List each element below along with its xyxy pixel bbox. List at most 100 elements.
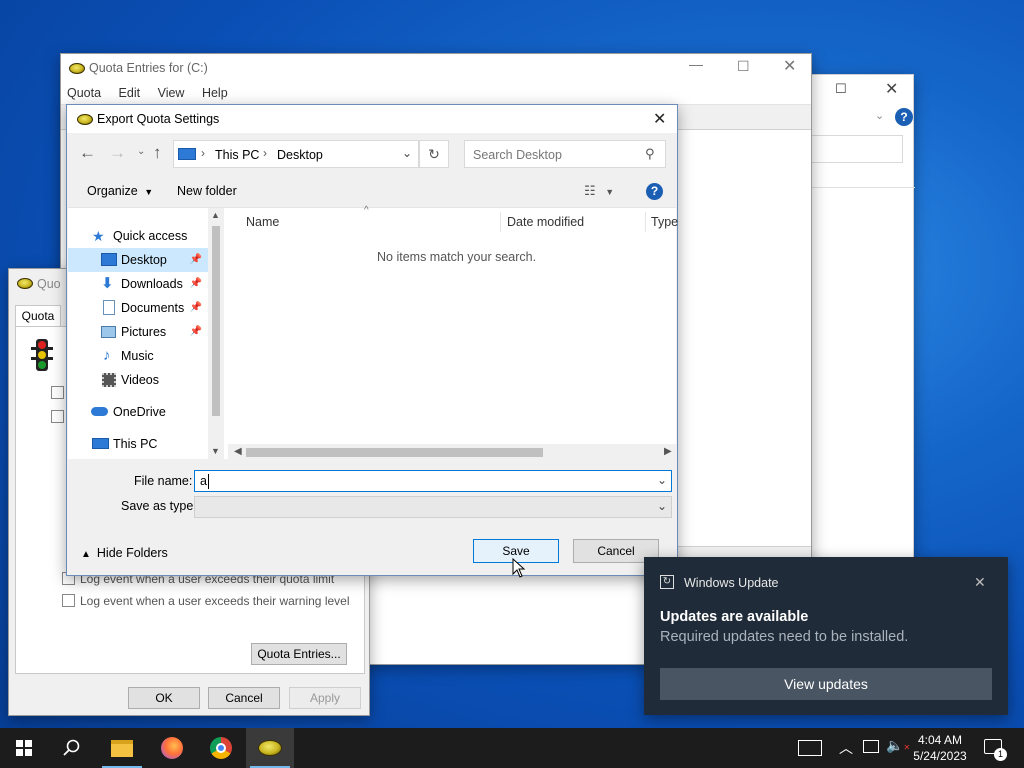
window-title-fragment: Quo	[37, 277, 61, 291]
scroll-thumb[interactable]	[212, 226, 220, 416]
view-options-icon[interactable]: ☷ ▼	[584, 183, 614, 199]
news-icon[interactable]	[798, 740, 822, 756]
chevron-down-icon[interactable]: ⌄	[402, 146, 412, 160]
minimize-button[interactable]: —	[689, 56, 703, 72]
ok-label: OK	[155, 691, 173, 705]
recent-dropdown-icon[interactable]: ⌄	[137, 146, 145, 157]
organize-label: Organize	[87, 184, 138, 198]
log-warning-label: Log event when a user exceeds their warn…	[80, 594, 350, 608]
search-icon	[63, 739, 80, 756]
menu-view[interactable]: View	[158, 86, 185, 100]
quota-app-button[interactable]	[246, 728, 294, 768]
organize-button[interactable]: Organize ▼	[87, 184, 153, 198]
computer-icon	[178, 148, 196, 160]
chrome-button[interactable]	[197, 728, 245, 768]
clock[interactable]: 4:04 AM 5/24/2023	[910, 732, 970, 764]
column-divider	[645, 212, 646, 232]
log-warning-checkbox[interactable]	[62, 594, 75, 607]
refresh-button[interactable]: ↻	[419, 140, 449, 168]
chrome-icon	[210, 737, 232, 759]
scroll-down-arrow[interactable]: ▼	[211, 446, 220, 456]
address-bar[interactable]: › This PC › Desktop ⌄	[173, 140, 419, 168]
column-type[interactable]: Type	[651, 208, 678, 236]
back-button[interactable]: ←	[79, 143, 96, 163]
view-updates-label: View updates	[784, 676, 868, 692]
scroll-up-arrow[interactable]: ▲	[211, 210, 220, 220]
scroll-right-arrow[interactable]: ▶	[664, 446, 672, 457]
close-button[interactable]: ✕	[885, 79, 898, 99]
nav-music[interactable]: ♪ Music	[68, 344, 208, 368]
forward-button[interactable]: →	[109, 143, 126, 163]
export-dialog: Export Quota Settings ✕ ← → ⌄ ↑ › This P…	[66, 104, 678, 576]
up-button[interactable]: ↑	[153, 143, 162, 163]
checkbox-option[interactable]	[51, 386, 64, 399]
maximize-button[interactable]: ☐	[737, 58, 750, 75]
nav-scrollbar[interactable]: ▲ ▼	[208, 208, 224, 460]
breadcrumb-this-pc[interactable]: This PC	[215, 148, 259, 162]
nav-documents[interactable]: Documents 📌	[68, 296, 208, 320]
firefox-button[interactable]	[148, 728, 196, 768]
save-type-select[interactable]: ⌄	[194, 496, 672, 518]
scroll-thumb[interactable]	[246, 448, 543, 457]
apply-button[interactable]: Apply	[289, 687, 361, 709]
new-folder-button[interactable]: New folder	[177, 184, 237, 198]
nav-videos[interactable]: Videos	[68, 368, 208, 392]
nav-desktop[interactable]: Desktop 📌	[68, 248, 208, 272]
view-updates-button[interactable]: View updates	[660, 668, 992, 700]
menu-quota[interactable]: Quota	[67, 86, 101, 100]
search-input[interactable]: Search Desktop ⚲	[464, 140, 666, 168]
search-button[interactable]	[48, 728, 96, 768]
nav-downloads[interactable]: ⬇ Downloads 📌	[68, 272, 208, 296]
help-icon[interactable]: ?	[895, 108, 913, 126]
nav-this-pc[interactable]: This PC	[68, 432, 208, 456]
log-warning-row[interactable]: Log event when a user exceeds their warn…	[62, 594, 350, 608]
scroll-left-arrow[interactable]: ◀	[234, 446, 242, 457]
help-icon[interactable]: ?	[646, 183, 663, 200]
file-list: ^ Name Date modified Type No items match…	[228, 205, 678, 460]
ok-button[interactable]: OK	[128, 687, 200, 709]
file-name-input[interactable]: a ⌄	[194, 470, 672, 492]
empty-message: No items match your search.	[377, 250, 537, 264]
firefox-icon	[161, 737, 183, 759]
network-icon[interactable]	[863, 740, 879, 753]
nav-onedrive[interactable]: OneDrive	[68, 400, 208, 424]
clock-date: 5/24/2023	[913, 749, 967, 763]
close-icon[interactable]: ✕	[974, 574, 986, 591]
nav-quick-access[interactable]: ★ Quick access	[68, 224, 208, 248]
close-button[interactable]: ✕	[653, 109, 666, 129]
cancel-button[interactable]: Cancel	[208, 687, 280, 709]
nav-label: Downloads	[121, 277, 183, 291]
toast-app-name: Windows Update	[684, 576, 779, 590]
nav-label: Pictures	[121, 325, 167, 339]
volume-muted-icon[interactable]: 🔈✕	[886, 737, 910, 754]
checkbox-option[interactable]	[51, 410, 64, 423]
close-button[interactable]: ✕	[783, 56, 796, 76]
chevron-up-icon[interactable]: ︿	[839, 738, 853, 758]
update-icon: ↻	[660, 575, 674, 589]
window-title: Quota Entries for (C:)	[89, 61, 208, 75]
search-box[interactable]	[811, 135, 903, 163]
tab-quota[interactable]: Quota	[15, 305, 61, 327]
column-date-modified[interactable]: Date modified	[507, 208, 584, 236]
start-button[interactable]	[0, 728, 48, 768]
quota-entries-button[interactable]: Quota Entries...	[251, 643, 347, 665]
notification-badge: 1	[994, 748, 1007, 761]
chevron-down-icon[interactable]: ⌄	[657, 473, 667, 487]
pin-icon: 📌	[189, 326, 202, 337]
windows-icon	[16, 740, 32, 756]
toast-title: Updates are available	[660, 609, 809, 625]
column-name[interactable]: Name	[246, 208, 279, 236]
chevron-down-icon[interactable]: ⌄	[875, 109, 884, 122]
maximize-button[interactable]: ☐	[835, 81, 847, 97]
hide-folders-button[interactable]: ▲ Hide Folders	[81, 546, 168, 560]
menu-edit[interactable]: Edit	[119, 86, 141, 100]
text-cursor	[208, 474, 209, 489]
menu-help[interactable]: Help	[202, 86, 228, 100]
file-explorer-button[interactable]	[98, 728, 146, 768]
chevron-down-icon[interactable]: ⌄	[657, 499, 667, 513]
breadcrumb-desktop[interactable]: Desktop	[277, 148, 323, 162]
h-scrollbar[interactable]: ◀ ▶	[228, 444, 676, 460]
download-icon: ⬇	[101, 275, 114, 292]
nav-pictures[interactable]: Pictures 📌	[68, 320, 208, 344]
quota-app-icon	[258, 740, 282, 756]
